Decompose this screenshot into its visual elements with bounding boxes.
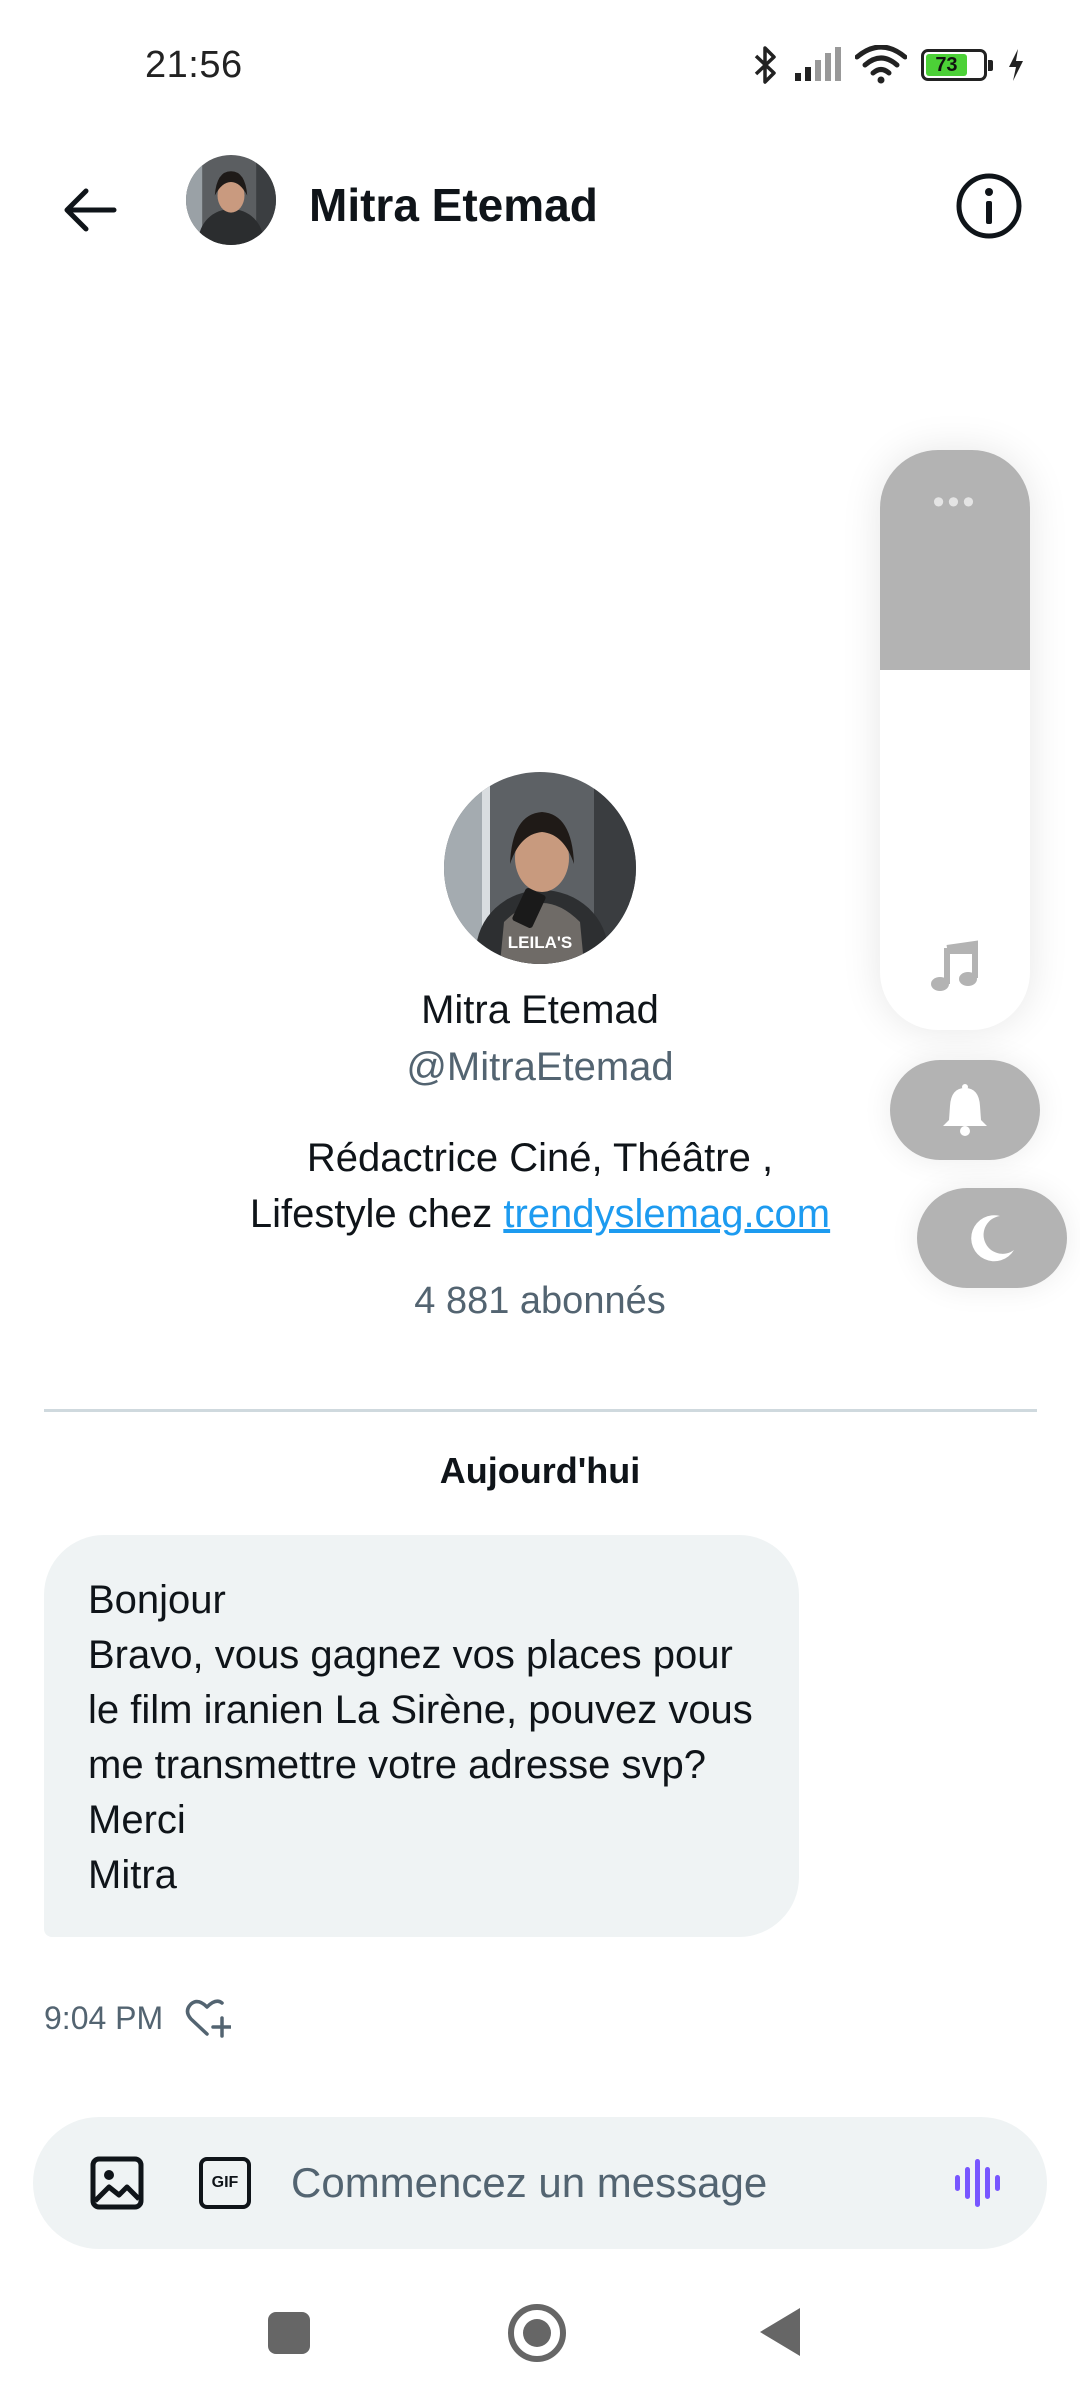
conversation-header: Mitra Etemad xyxy=(0,140,1080,270)
charging-icon xyxy=(1009,49,1023,81)
profile-avatar[interactable]: LEILA'S xyxy=(444,772,636,964)
info-button[interactable] xyxy=(953,170,1025,242)
profile-bio-prefix: Lifestyle chez xyxy=(249,1192,504,1236)
recent-apps-button[interactable] xyxy=(268,2312,310,2354)
profile-followers-count[interactable]: 4 881 abonnés xyxy=(0,1280,1080,1323)
message-composer: GIF xyxy=(33,2117,1047,2249)
gif-button[interactable]: GIF xyxy=(199,2157,251,2209)
back-button[interactable] xyxy=(55,175,125,245)
status-time: 21:56 xyxy=(145,44,243,86)
add-reaction-icon[interactable] xyxy=(185,1998,232,2038)
message-meta: 9:04 PM xyxy=(44,1998,232,2038)
system-navigation-bar xyxy=(0,2290,1080,2400)
divider xyxy=(44,1409,1037,1412)
message-line: Bonjour xyxy=(88,1578,226,1622)
battery-icon: 73 xyxy=(921,49,993,81)
message-line: Mitra xyxy=(88,1853,177,1897)
message-line: Merci xyxy=(88,1798,186,1842)
more-dots-icon[interactable]: ••• xyxy=(880,485,1030,519)
message-input[interactable] xyxy=(291,2147,931,2219)
message-bubble[interactable]: Bonjour Bravo, vous gagnez vos places po… xyxy=(44,1535,799,1937)
wifi-icon xyxy=(855,45,907,84)
home-button[interactable] xyxy=(508,2304,566,2362)
header-avatar[interactable] xyxy=(186,155,276,245)
message-line: Bravo, vous gagnez vos places pour le fi… xyxy=(88,1633,753,1787)
date-separator: Aujourd'hui xyxy=(439,1450,641,1491)
profile-bio: Rédactrice Ciné, Théâtre , Lifestyle che… xyxy=(0,1130,1080,1242)
profile-bio-line1: Rédactrice Ciné, Théâtre , xyxy=(306,1136,774,1180)
bluetooth-icon xyxy=(754,46,776,84)
profile-name: Mitra Etemad xyxy=(421,988,659,1032)
image-icon[interactable] xyxy=(89,2155,145,2211)
status-icons: 73 xyxy=(753,40,1025,90)
info-icon xyxy=(956,173,1022,239)
system-back-button[interactable] xyxy=(760,2308,800,2356)
profile-handle: @MitraEtemad xyxy=(406,1045,674,1089)
message-time: 9:04 PM xyxy=(44,1999,164,2036)
battery-level: 73 xyxy=(926,54,967,76)
signal-icon xyxy=(795,47,841,81)
avatar-poster-text: LEILA'S xyxy=(508,933,573,952)
profile-card: LEILA'S Mitra Etemad @MitraEtemad Rédact… xyxy=(0,772,1080,1323)
profile-website-link[interactable]: trendyslemag.com xyxy=(503,1192,830,1236)
status-bar: 21:56 73 xyxy=(0,0,1080,130)
header-title: Mitra Etemad xyxy=(309,179,598,231)
voice-message-icon[interactable] xyxy=(951,2155,1007,2211)
back-arrow-icon xyxy=(64,188,117,232)
